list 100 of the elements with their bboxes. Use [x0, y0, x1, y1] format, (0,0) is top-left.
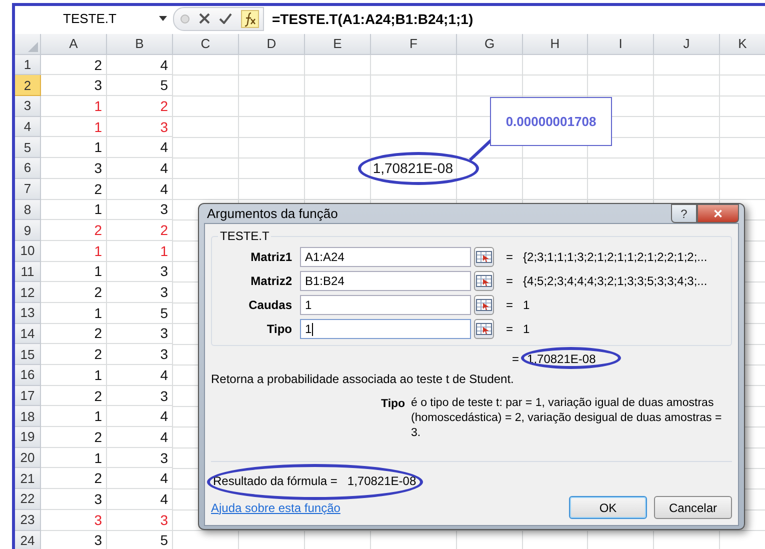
equals-sign: =	[506, 298, 514, 312]
help-button[interactable]: ?	[671, 204, 697, 223]
column-header[interactable]: G	[457, 34, 523, 55]
table-cell: 1	[41, 448, 107, 468]
row-header[interactable]: 18	[15, 406, 41, 428]
table-cell: 1	[41, 262, 107, 282]
column-header[interactable]: H	[523, 34, 588, 55]
table-cell: 2	[41, 344, 107, 365]
formula-field[interactable]: =TESTE.T(A1:A24;B1:B24;1;1)	[272, 10, 474, 26]
column-header[interactable]: B	[107, 34, 173, 55]
argument-field[interactable]: 1	[300, 319, 471, 339]
table-cell-text: 1,70821E-08	[372, 159, 454, 178]
formula-result: 1,70821E-08	[527, 352, 596, 366]
row-header[interactable]: 21	[15, 468, 41, 490]
table-cell: 1	[41, 137, 107, 158]
column-header[interactable]: E	[305, 34, 371, 55]
column-header[interactable]: I	[588, 34, 654, 55]
table-cell: 2	[107, 96, 173, 117]
table-cell: 3	[41, 158, 107, 179]
dialog-button[interactable]: OK	[569, 496, 647, 519]
row-header[interactable]: 1	[15, 54, 41, 76]
table-cell: 2	[41, 468, 107, 490]
table-cell: 2	[107, 220, 173, 241]
table-cell: 3	[107, 116, 173, 138]
table-cell: 3	[107, 324, 173, 344]
row-header[interactable]: 23	[15, 510, 41, 530]
table-cell: 3	[41, 75, 107, 96]
table-cell: 4	[107, 158, 173, 179]
table-cell: 3	[41, 489, 107, 510]
table-cell: 2	[41, 220, 107, 241]
table-cell: 4	[107, 54, 173, 76]
result-value: 1,70821E-08	[347, 474, 416, 488]
column-header[interactable]: C	[173, 34, 239, 55]
table-cell: 1	[41, 240, 107, 262]
row-header[interactable]: 5	[15, 137, 41, 158]
argument-result: 1	[523, 322, 530, 336]
equals-sign: =	[512, 352, 520, 366]
argument-field[interactable]: B1:B24	[300, 271, 471, 291]
row-header[interactable]: 19	[15, 427, 41, 448]
row-header[interactable]: 14	[15, 324, 41, 344]
table-cell: 5	[107, 75, 173, 96]
table-cell: 4	[107, 468, 173, 490]
table-cell: 5	[107, 302, 173, 324]
column-header[interactable]: J	[654, 34, 720, 55]
row-header[interactable]: 3	[15, 96, 41, 117]
column-header[interactable]: K	[720, 34, 765, 55]
row-header[interactable]: 24	[15, 530, 41, 549]
table-cell: 4	[107, 365, 173, 386]
table-cell: 3	[41, 510, 107, 530]
equals-sign: =	[506, 274, 514, 288]
table-cell: 3	[107, 386, 173, 406]
table-cell: 3	[107, 200, 173, 220]
equals-sign: =	[506, 322, 514, 336]
row-header[interactable]: 16	[15, 365, 41, 386]
row-header[interactable]: 20	[15, 448, 41, 468]
table-cell: 3	[107, 344, 173, 365]
table-cell: 1	[41, 96, 107, 117]
row-header[interactable]: 10	[15, 240, 41, 262]
column-header[interactable]: A	[41, 34, 107, 55]
row-header[interactable]: 17	[15, 386, 41, 406]
group-label: TESTE.T	[218, 229, 272, 243]
argument-label: Matriz2	[250, 274, 293, 288]
table-cell: 3	[41, 530, 107, 549]
argument-label: Matriz1	[250, 250, 293, 264]
table-cell: 2	[41, 386, 107, 406]
argument-description: é o tipo de teste t: par = 1, variação igual de duas amostras (homoscedástica) = 2, variação desigual de duas amostras = 3.	[411, 396, 723, 441]
row-header[interactable]: 8	[15, 200, 41, 220]
row-header[interactable]: 11	[15, 262, 41, 282]
argument-field[interactable]: 1	[300, 295, 471, 315]
row-header[interactable]: 4	[15, 116, 41, 138]
table-cell: 2	[41, 427, 107, 448]
table-cell: 1	[41, 200, 107, 220]
column-header[interactable]: F	[371, 34, 457, 55]
row-header[interactable]: 12	[15, 282, 41, 303]
table-cell: 1	[41, 365, 107, 386]
table-cell: 3	[107, 282, 173, 303]
table-cell: 4	[107, 406, 173, 428]
row-header[interactable]: 6	[15, 158, 41, 179]
row-header[interactable]: 15	[15, 344, 41, 365]
argument-field[interactable]: A1:A24	[300, 247, 471, 267]
argument-label: Tipo	[266, 322, 293, 336]
column-header[interactable]: D	[239, 34, 305, 55]
row-header[interactable]: 22	[15, 489, 41, 510]
row-header[interactable]: 7	[15, 178, 41, 200]
table-cell: 3	[107, 510, 173, 530]
table-cell: 1	[41, 302, 107, 324]
row-header[interactable]: 9	[15, 220, 41, 241]
table-cell: 4	[107, 489, 173, 510]
dialog-button[interactable]: Cancelar	[654, 496, 732, 519]
callout-text: 0.00000001708	[506, 114, 596, 129]
table-cell: 2	[41, 178, 107, 200]
argument-label: Caudas	[248, 298, 293, 312]
table-cell: 5	[107, 530, 173, 549]
row-header[interactable]: 2	[15, 75, 41, 96]
help-link[interactable]: Ajuda sobre esta função	[211, 500, 340, 514]
name-box[interactable]: TESTE.T	[15, 8, 173, 28]
table-cell: 1	[41, 406, 107, 428]
name-box-text: TESTE.T	[63, 11, 116, 26]
row-header[interactable]: 13	[15, 302, 41, 324]
result-label: Resultado da fórmula =	[213, 474, 338, 488]
